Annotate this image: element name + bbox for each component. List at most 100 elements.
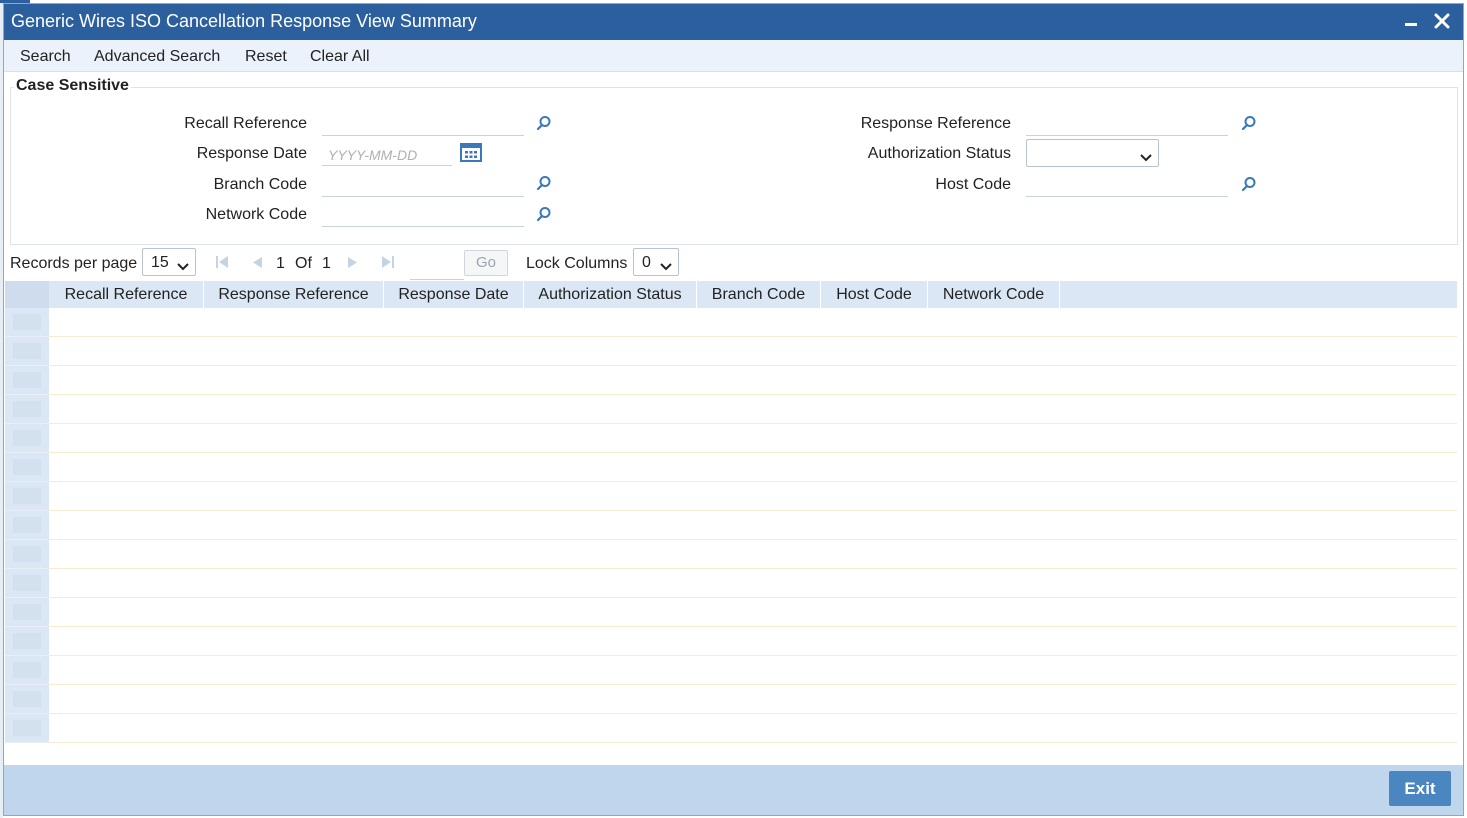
response-reference-input[interactable] <box>1026 114 1228 136</box>
toolbar: Search Advanced Search Reset Clear All <box>4 40 1463 72</box>
column-header-response-reference[interactable]: Response Reference <box>204 281 384 308</box>
table-row[interactable] <box>5 482 1457 511</box>
row-select-cell[interactable] <box>5 482 49 511</box>
row-select-cell[interactable] <box>5 656 49 685</box>
select-all-cell[interactable] <box>5 281 49 308</box>
table-row[interactable] <box>5 569 1457 598</box>
table-row[interactable] <box>5 714 1457 743</box>
table-row[interactable] <box>5 366 1457 395</box>
row-selector <box>13 343 41 359</box>
network-code-label: Network Code <box>205 206 307 223</box>
authorization-status-select[interactable] <box>1026 139 1159 167</box>
case-sensitive-legend: Case Sensitive <box>14 77 131 95</box>
branch-code-lookup-icon[interactable] <box>536 175 552 191</box>
response-reference-lookup-icon[interactable] <box>1241 115 1257 131</box>
row-select-cell[interactable] <box>5 511 49 540</box>
clear-all-button[interactable]: Clear All <box>310 48 370 66</box>
minimize-icon[interactable] <box>1405 23 1417 26</box>
response-reference-label: Response Reference <box>860 115 1011 132</box>
go-to-page-input[interactable] <box>410 255 464 280</box>
of-label: Of <box>295 255 312 272</box>
row-select-cell[interactable] <box>5 685 49 714</box>
lock-columns-select[interactable]: 0 <box>633 248 679 276</box>
host-code-lookup-icon[interactable] <box>1241 176 1257 192</box>
close-icon[interactable] <box>1433 8 1453 34</box>
row-selector <box>13 546 41 562</box>
row-selector <box>13 633 41 649</box>
go-button[interactable]: Go <box>464 250 508 276</box>
row-select-cell[interactable] <box>5 366 49 395</box>
row-select-cell[interactable] <box>5 337 49 366</box>
recall-reference-input[interactable] <box>322 114 524 136</box>
last-page-icon[interactable] <box>381 255 395 274</box>
network-code-lookup-icon[interactable] <box>536 206 552 222</box>
grid-header: Recall Reference Response Reference Resp… <box>5 281 1457 308</box>
table-row[interactable] <box>5 308 1457 337</box>
row-selector <box>13 575 41 591</box>
reset-button[interactable]: Reset <box>245 48 287 66</box>
search-button[interactable]: Search <box>20 48 71 66</box>
records-per-page-select[interactable]: 15 <box>142 248 196 276</box>
first-page-icon[interactable] <box>215 255 229 274</box>
table-row[interactable] <box>5 511 1457 540</box>
table-row[interactable] <box>5 337 1457 366</box>
row-selector <box>13 662 41 678</box>
table-row[interactable] <box>5 453 1457 482</box>
calendar-icon[interactable] <box>460 142 482 162</box>
row-select-cell[interactable] <box>5 395 49 424</box>
row-select-cell[interactable] <box>5 569 49 598</box>
column-header-host-code[interactable]: Host Code <box>821 281 928 308</box>
table-row[interactable] <box>5 395 1457 424</box>
table-row[interactable] <box>5 627 1457 656</box>
authorization-status-label: Authorization Status <box>867 145 1011 162</box>
column-header-authorization-status[interactable]: Authorization Status <box>524 281 697 308</box>
recall-reference-lookup-icon[interactable] <box>536 115 552 131</box>
row-selector <box>13 720 41 736</box>
row-select-cell[interactable] <box>5 540 49 569</box>
recall-reference-label: Recall Reference <box>184 115 307 132</box>
lock-columns-label: Lock Columns <box>526 255 628 272</box>
table-row[interactable] <box>5 598 1457 627</box>
window-title: Generic Wires ISO Cancellation Response … <box>11 11 477 31</box>
row-selector <box>13 372 41 388</box>
results-grid: Recall Reference Response Reference Resp… <box>5 281 1457 744</box>
row-select-cell[interactable] <box>5 453 49 482</box>
column-header-network-code[interactable]: Network Code <box>928 281 1060 308</box>
chevron-down-icon <box>660 258 672 276</box>
summary-window: Generic Wires ISO Cancellation Response … <box>3 3 1464 816</box>
exit-button[interactable]: Exit <box>1389 771 1451 806</box>
host-code-input[interactable] <box>1026 175 1228 197</box>
row-selector <box>13 488 41 504</box>
row-select-cell[interactable] <box>5 308 49 337</box>
title-bar: Generic Wires ISO Cancellation Response … <box>4 4 1463 40</box>
current-page: 1 <box>276 255 285 272</box>
table-row[interactable] <box>5 685 1457 714</box>
row-select-cell[interactable] <box>5 627 49 656</box>
previous-page-icon[interactable] <box>251 256 263 274</box>
response-date-input[interactable] <box>322 144 452 166</box>
table-row[interactable] <box>5 540 1457 569</box>
response-date-label: Response Date <box>196 145 307 162</box>
column-header-recall-reference[interactable]: Recall Reference <box>49 281 204 308</box>
branch-code-input[interactable] <box>322 175 524 197</box>
column-header-branch-code[interactable]: Branch Code <box>697 281 821 308</box>
host-code-label: Host Code <box>935 176 1011 193</box>
row-select-cell[interactable] <box>5 714 49 743</box>
chevron-down-icon <box>1140 149 1152 167</box>
table-row[interactable] <box>5 424 1457 453</box>
column-header-response-date[interactable]: Response Date <box>384 281 524 308</box>
branch-code-label: Branch Code <box>213 176 307 193</box>
row-selector <box>13 691 41 707</box>
row-selector <box>13 604 41 620</box>
network-code-input[interactable] <box>322 205 524 227</box>
records-per-page-label: Records per page <box>10 255 138 272</box>
row-select-cell[interactable] <box>5 598 49 627</box>
advanced-search-button[interactable]: Advanced Search <box>94 48 220 66</box>
lock-columns-value: 0 <box>642 254 651 271</box>
row-selector <box>13 459 41 475</box>
row-selector <box>13 401 41 417</box>
table-row[interactable] <box>5 656 1457 685</box>
next-page-icon[interactable] <box>347 256 359 274</box>
row-select-cell[interactable] <box>5 424 49 453</box>
chevron-down-icon <box>177 258 189 276</box>
